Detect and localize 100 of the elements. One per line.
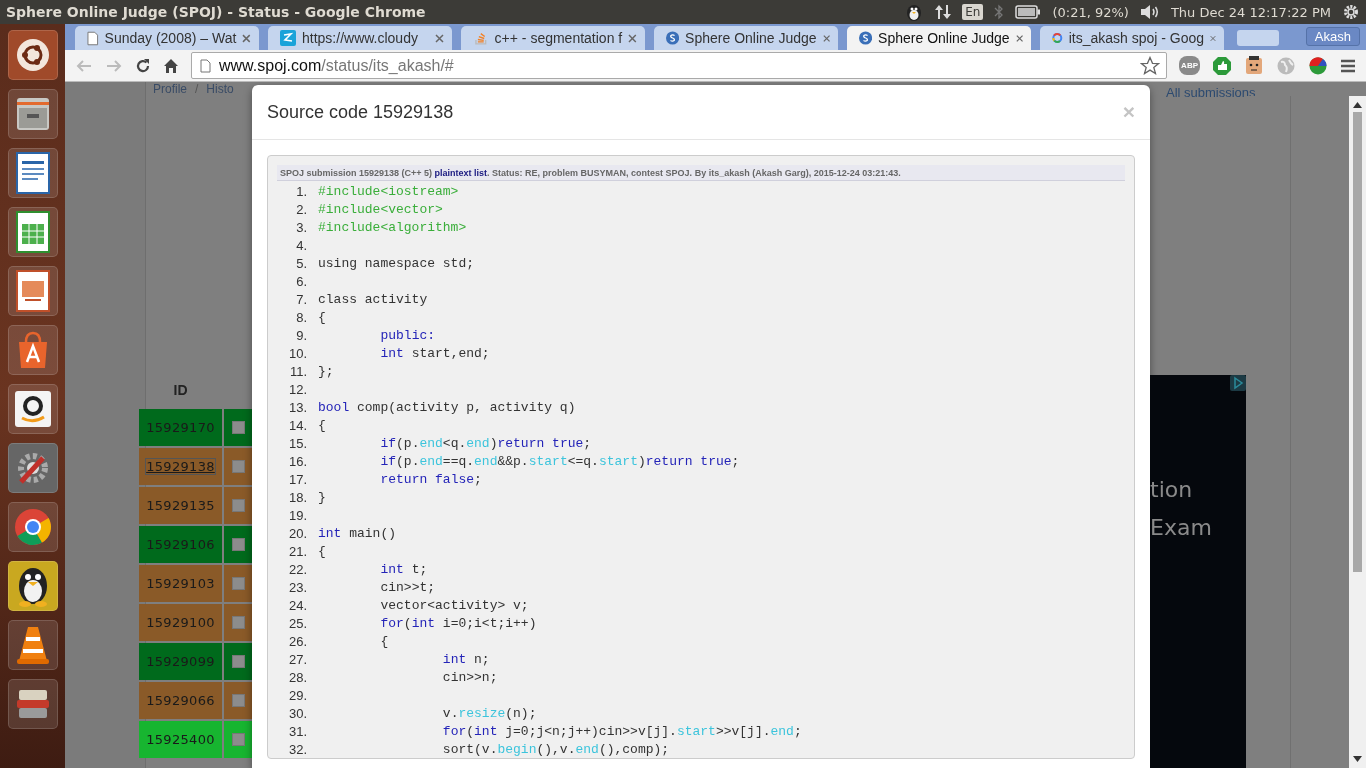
scroll-up-icon[interactable] xyxy=(1353,102,1362,108)
code-line: cin>>n; xyxy=(441,669,498,685)
address-bar[interactable]: www.spoj.com/status/its_akash/# xyxy=(191,52,1168,79)
network-arrows-icon[interactable] xyxy=(935,3,952,21)
clock[interactable]: Thu Dec 24 12:17:22 PM xyxy=(1170,4,1331,20)
profile-button[interactable]: Akash xyxy=(1305,27,1360,46)
browser-tab[interactable]: Sphere Online Judge xyxy=(654,26,838,50)
launcher-writer-icon[interactable] xyxy=(7,148,58,198)
code-line: vector<activity> v; xyxy=(379,597,529,613)
submission-id-link[interactable]: 15929103 xyxy=(146,576,215,591)
code-line: cin>>t; xyxy=(379,579,436,595)
battery-icon[interactable] xyxy=(1015,5,1042,19)
code-line: using namespace std; xyxy=(318,255,475,271)
submission-id-link[interactable]: 15925400 xyxy=(146,732,215,747)
browser-tab[interactable]: https://www.cloudy xyxy=(268,26,452,50)
line-number: 28. xyxy=(287,669,307,685)
volume-icon[interactable] xyxy=(1139,4,1160,20)
submission-id-link[interactable]: 15929138 xyxy=(146,459,215,474)
tab-title: its_akash spoj - Goog xyxy=(1068,30,1205,46)
colorful-circle-icon[interactable] xyxy=(1308,55,1328,76)
breadcrumb-separator: / xyxy=(195,82,199,96)
browser-tab[interactable]: Sphere Online Judge xyxy=(847,26,1031,50)
submission-id-link[interactable]: 15929106 xyxy=(146,537,215,552)
row-checkbox[interactable] xyxy=(231,421,245,434)
scrollbar[interactable] xyxy=(1349,96,1366,768)
launcher-software-icon[interactable] xyxy=(7,325,58,375)
row-checkbox[interactable] xyxy=(231,616,245,629)
colored-ring-icon xyxy=(1052,30,1063,46)
ad-text: Exam xyxy=(1150,515,1213,541)
code-line: public: xyxy=(379,327,436,343)
thumbs-up-icon[interactable] xyxy=(1212,55,1232,76)
launcher-layers-icon[interactable] xyxy=(7,679,58,729)
site-logo-icon xyxy=(666,30,680,46)
launcher-ubuntu-icon[interactable] xyxy=(7,30,58,80)
line-number: 21. xyxy=(287,543,307,559)
submission-id-link[interactable]: 15929066 xyxy=(146,693,215,708)
line-number: 26. xyxy=(287,633,307,649)
ad-choices-icon[interactable] xyxy=(1230,375,1246,391)
code-line: if(p.end<q.end)return true; xyxy=(379,435,592,451)
line-number: 15. xyxy=(287,435,307,451)
row-checkbox[interactable] xyxy=(231,538,245,551)
row-checkbox[interactable] xyxy=(231,655,245,668)
close-icon[interactable] xyxy=(628,33,637,43)
line-number: 19. xyxy=(287,507,307,523)
keyboard-layout-indicator[interactable]: En xyxy=(962,4,984,20)
line-number: 18. xyxy=(287,489,307,505)
row-checkbox[interactable] xyxy=(231,460,245,473)
submission-id-link[interactable]: 15929099 xyxy=(146,654,215,669)
code-line: for(int j=0;j<n;j++)cin>>v[j].start>>v[j].end; xyxy=(441,723,802,739)
all-submissions-link[interactable]: All submissions xyxy=(1166,85,1256,100)
bookmark-star-icon[interactable] xyxy=(1140,55,1161,76)
menu-icon[interactable] xyxy=(1340,58,1356,73)
home-icon[interactable] xyxy=(163,57,179,74)
dialog-title: Source code 15929138 xyxy=(267,101,454,123)
ad-text: tion xyxy=(1150,477,1194,503)
breadcrumb-link[interactable]: Profile xyxy=(153,82,187,96)
scroll-down-icon[interactable] xyxy=(1353,756,1362,762)
row-checkbox[interactable] xyxy=(231,499,245,512)
browser-tab[interactable]: Sunday (2008) – Wat xyxy=(75,26,259,50)
line-number: 20. xyxy=(287,525,307,541)
code-line: { xyxy=(318,309,326,325)
code-line: if(p.end==q.end&&p.start<=q.start)return true; xyxy=(379,453,740,469)
launcher-impress-icon[interactable] xyxy=(7,266,58,316)
launcher-vlc-icon[interactable] xyxy=(7,620,58,670)
submission-id-link[interactable]: 15929135 xyxy=(146,498,215,513)
reload-icon[interactable] xyxy=(135,57,151,74)
code-line: int main() xyxy=(318,525,396,541)
close-icon[interactable] xyxy=(822,33,830,43)
code-line: { xyxy=(318,417,326,433)
tab-title: c++ - segmentation f xyxy=(494,30,623,46)
breadcrumb-link[interactable]: Histo xyxy=(206,82,234,96)
close-icon[interactable] xyxy=(242,33,251,43)
browser-tab[interactable]: its_akash spoj - Goog xyxy=(1040,26,1224,50)
launcher-files-icon[interactable] xyxy=(7,89,58,139)
browser-tab[interactable]: c++ - segmentation f xyxy=(461,26,645,50)
row-checkbox[interactable] xyxy=(231,694,245,707)
bluetooth-icon[interactable] xyxy=(994,3,1005,21)
page-icon xyxy=(200,58,211,73)
close-icon[interactable] xyxy=(1015,33,1023,43)
submission-id-link[interactable]: 15929100 xyxy=(146,615,215,630)
row-checkbox[interactable] xyxy=(231,577,245,590)
face-icon[interactable] xyxy=(1244,55,1264,76)
line-number: 5. xyxy=(295,255,307,271)
line-number: 30. xyxy=(287,705,307,721)
close-icon[interactable] xyxy=(435,33,444,43)
line-number: 13. xyxy=(287,399,307,415)
adblock-extension-button[interactable]: ABP xyxy=(1179,56,1200,75)
code-line: } xyxy=(318,489,326,505)
close-button[interactable]: × xyxy=(1122,100,1135,124)
settings-icon[interactable] xyxy=(1342,3,1360,21)
launcher-calc-icon[interactable] xyxy=(7,207,58,257)
launcher-penguin-icon[interactable] xyxy=(7,561,58,611)
line-number: 11. xyxy=(288,363,307,379)
code-line: { xyxy=(379,633,389,649)
launcher-settings-icon[interactable] xyxy=(7,443,58,493)
row-checkbox[interactable] xyxy=(231,733,245,746)
launcher-chrome-icon[interactable] xyxy=(7,502,58,552)
submission-id-link[interactable]: 15929170 xyxy=(146,420,215,435)
code-line: for(int i=0;i<t;i++) xyxy=(379,615,537,631)
launcher-amazon-icon[interactable] xyxy=(7,384,58,434)
